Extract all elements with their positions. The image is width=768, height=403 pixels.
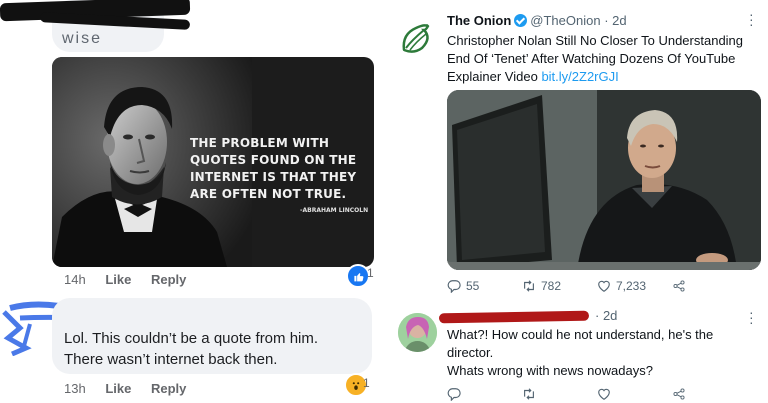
post-meta-row: 14h Like Reply xyxy=(64,272,202,287)
comment-line: Lol. This couldn’t be a quote from him. xyxy=(64,330,319,347)
facebook-comment-thread: wise THE PROBLEM WITH QUOTES FOUND ON TH… xyxy=(0,0,380,403)
reply-action-bar xyxy=(447,385,747,403)
share-icon xyxy=(673,280,685,292)
panel-divider xyxy=(381,0,389,403)
lincoln-quote-meme[interactable]: THE PROBLEM WITH QUOTES FOUND ON THE INT… xyxy=(52,57,374,267)
reply-button[interactable]: Reply xyxy=(151,272,186,287)
reply-icon xyxy=(447,388,461,401)
reply-line: director. xyxy=(447,345,494,360)
retweet-count: 782 xyxy=(541,279,562,293)
heart-icon xyxy=(598,388,610,400)
like-button[interactable]: Like xyxy=(105,272,131,287)
like-action[interactable] xyxy=(597,387,672,401)
reply-count: 55 xyxy=(466,279,480,293)
tweet-action-bar: 55 782 7,233 xyxy=(447,277,747,295)
comment-text: Lol. This couldn’t be a quote from him. … xyxy=(64,328,374,370)
post-timestamp: 14h xyxy=(64,272,86,287)
reply-icon xyxy=(447,280,461,293)
tweet-text: Christopher Nolan Still No Closer To Und… xyxy=(447,32,761,86)
tweet-link[interactable]: bit.ly/2Z2rGJI xyxy=(541,69,618,84)
like-button[interactable]: Like xyxy=(105,381,131,396)
reply-button[interactable]: Reply xyxy=(151,381,186,396)
share-action[interactable] xyxy=(672,387,747,401)
meme-quote-text: THE PROBLEM WITH QUOTES FOUND ON THE INT… xyxy=(190,136,357,201)
meme-quote-author: -ABRAHAM LINCOLN xyxy=(300,207,369,214)
more-options-icon[interactable]: · · · xyxy=(749,305,754,329)
comment-meta-row: 13h Like Reply xyxy=(64,381,202,396)
share-icon xyxy=(673,388,685,400)
reply-text: What?! How could he not understand, he's… xyxy=(447,326,747,380)
author-display-name[interactable]: The Onion xyxy=(447,13,511,28)
reply-action[interactable] xyxy=(447,387,522,401)
reaction-count: 1 xyxy=(367,266,374,280)
like-count: 7,233 xyxy=(616,279,647,293)
retweet-icon xyxy=(524,280,534,292)
comment-timestamp: 13h xyxy=(64,381,86,396)
share-action[interactable] xyxy=(672,279,747,293)
tweet-author-row: The Onion @TheOnion · 2d xyxy=(447,13,627,28)
nolan-photo[interactable] xyxy=(447,90,761,270)
previous-comment-text: wise xyxy=(62,30,103,47)
reaction-count: 1 xyxy=(363,376,370,390)
like-action[interactable]: 7,233 xyxy=(597,279,672,293)
heart-icon xyxy=(598,280,610,292)
retweet-action[interactable]: 782 xyxy=(522,279,597,293)
more-options-icon[interactable]: · · · xyxy=(749,7,754,31)
twitter-thread: The Onion @TheOnion · 2d · · · Christopher … xyxy=(389,0,768,403)
verified-badge-icon xyxy=(514,14,528,27)
reply-line: Whats wrong with news nowadays? xyxy=(447,363,653,378)
reply-avatar[interactable] xyxy=(398,313,437,352)
retweet-icon xyxy=(524,388,534,400)
reply-action[interactable]: 55 xyxy=(447,279,522,293)
reply-timestamp[interactable]: · 2d xyxy=(595,308,617,323)
author-handle[interactable]: @TheOnion xyxy=(530,13,600,28)
redaction-scribble xyxy=(438,310,590,324)
reply-line: What?! How could he not understand, he's… xyxy=(447,327,714,342)
retweet-action[interactable] xyxy=(522,387,597,401)
comment-line: There wasn’t internet back then. xyxy=(64,351,278,368)
tweet-timestamp[interactable]: · 2d xyxy=(604,13,626,28)
onion-logo-icon[interactable] xyxy=(398,20,434,56)
